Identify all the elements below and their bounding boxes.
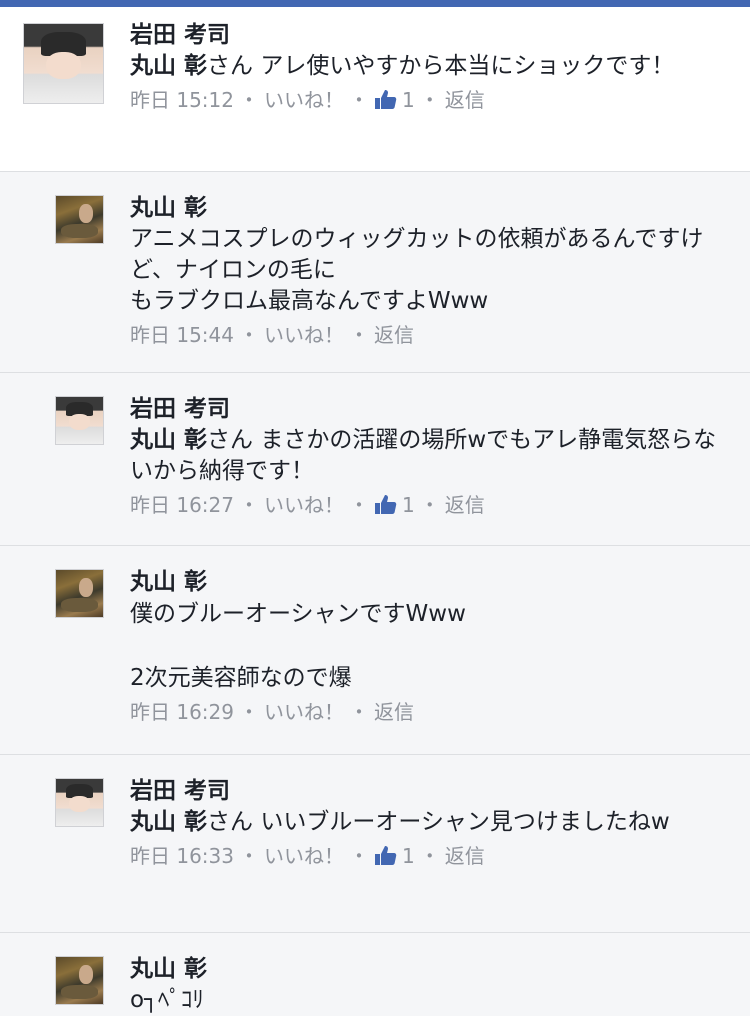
comment-author[interactable]: 丸山 彰 (130, 567, 718, 598)
comment-item: 丸山 彰 アニメコスプレのウィッグカットの依頼があるんですけど、ナイロンの毛に … (0, 172, 750, 373)
comment-text: 僕のブルーオーシャンですWww 2次元美容師なので爆 (130, 601, 466, 691)
separator: ・ (419, 844, 440, 868)
reply-button[interactable]: 返信 (445, 490, 485, 520)
comment-item: 丸山 彰 僕のブルーオーシャンですWww 2次元美容師なので爆 昨日 16:29… (0, 546, 750, 755)
avatar[interactable] (55, 396, 104, 445)
separator: ・ (349, 323, 369, 347)
thumbs-up-icon (375, 495, 397, 514)
separator: ・ (419, 493, 440, 517)
reply-button[interactable]: 返信 (445, 841, 485, 871)
comment-item: 岩田 考司 丸山 彰さん いいブルーオーシャン見つけましたねw 昨日 16:33… (0, 755, 750, 933)
separator: ・ (239, 88, 259, 112)
thumbs-up-icon (375, 90, 397, 109)
separator: ・ (349, 88, 369, 112)
separator: ・ (239, 323, 259, 347)
comment-text: 丸山 彰さん アレ使いやすから本当にショックです！ (130, 53, 675, 79)
like-count-button[interactable]: 1 (374, 841, 415, 871)
separator: ・ (239, 493, 259, 517)
mention-link[interactable]: 丸山 彰 (130, 53, 207, 79)
comment-author[interactable]: 岩田 考司 (130, 776, 718, 807)
comment-timestamp: 昨日 16:33 (130, 844, 234, 868)
comment-author[interactable]: 岩田 考司 (130, 394, 718, 425)
separator: ・ (239, 844, 259, 868)
like-count-button[interactable]: 1 (374, 490, 415, 520)
comment-timestamp: 昨日 16:27 (130, 493, 234, 517)
comment-timestamp: 昨日 15:12 (130, 88, 234, 112)
comment-author[interactable]: 岩田 考司 (130, 20, 718, 51)
comment-text: アニメコスプレのウィッグカットの依頼があるんですけど、ナイロンの毛に もラブクロ… (130, 226, 704, 314)
avatar[interactable] (55, 195, 104, 244)
comment-meta: 昨日 15:12 ・いいね！・ 1 ・返信 (130, 85, 718, 115)
comment-author[interactable]: 丸山 彰 (130, 193, 718, 224)
reply-button[interactable]: 返信 (374, 320, 414, 350)
avatar[interactable] (55, 778, 104, 827)
avatar[interactable] (55, 956, 104, 1005)
comment-meta: 昨日 16:33 ・いいね！・ 1 ・返信 (130, 841, 718, 871)
separator: ・ (239, 700, 259, 724)
comment-meta: 昨日 15:44 ・いいね！・返信 (130, 320, 718, 350)
avatar[interactable] (23, 23, 104, 104)
like-button[interactable]: いいね！ (264, 697, 344, 727)
comment-timestamp: 昨日 15:44 (130, 323, 234, 347)
avatar[interactable] (55, 569, 104, 618)
separator: ・ (349, 493, 369, 517)
like-button[interactable]: いいね！ (264, 320, 344, 350)
comment-item: 岩田 考司 丸山 彰さん アレ使いやすから本当にショックです！ 昨日 15:12… (0, 7, 750, 172)
reply-button[interactable]: 返信 (445, 85, 485, 115)
mention-link[interactable]: 丸山 彰 (130, 809, 207, 835)
separator: ・ (419, 88, 440, 112)
like-button[interactable]: いいね！ (264, 85, 344, 115)
comment-author[interactable]: 丸山 彰 (130, 954, 718, 985)
like-button[interactable]: いいね！ (264, 841, 344, 871)
like-count: 1 (402, 493, 415, 517)
comment-timestamp: 昨日 16:29 (130, 700, 234, 724)
like-button[interactable]: いいね！ (264, 490, 344, 520)
top-bar (0, 0, 750, 7)
comment-text: o┐ﾍﾟｺﾘ (130, 987, 204, 1013)
thumbs-up-icon (375, 846, 397, 865)
reply-button[interactable]: 返信 (374, 697, 414, 727)
mention-link[interactable]: 丸山 彰 (130, 427, 207, 453)
comment-text: 丸山 彰さん まさかの活躍の場所wでもアレ静電気怒らないから納得です！ (130, 427, 717, 484)
like-count: 1 (402, 88, 415, 112)
comment-meta: 昨日 16:29 ・いいね！・返信 (130, 697, 718, 727)
comment-meta: 昨日 16:27 ・いいね！・ 1 ・返信 (130, 490, 718, 520)
comment-text: 丸山 彰さん いいブルーオーシャン見つけましたねw (130, 809, 670, 835)
like-count: 1 (402, 844, 415, 868)
separator: ・ (349, 700, 369, 724)
separator: ・ (349, 844, 369, 868)
comment-item: 丸山 彰 o┐ﾍﾟｺﾘ (0, 933, 750, 1013)
comment-item: 岩田 考司 丸山 彰さん まさかの活躍の場所wでもアレ静電気怒らないから納得です… (0, 373, 750, 546)
like-count-button[interactable]: 1 (374, 85, 415, 115)
